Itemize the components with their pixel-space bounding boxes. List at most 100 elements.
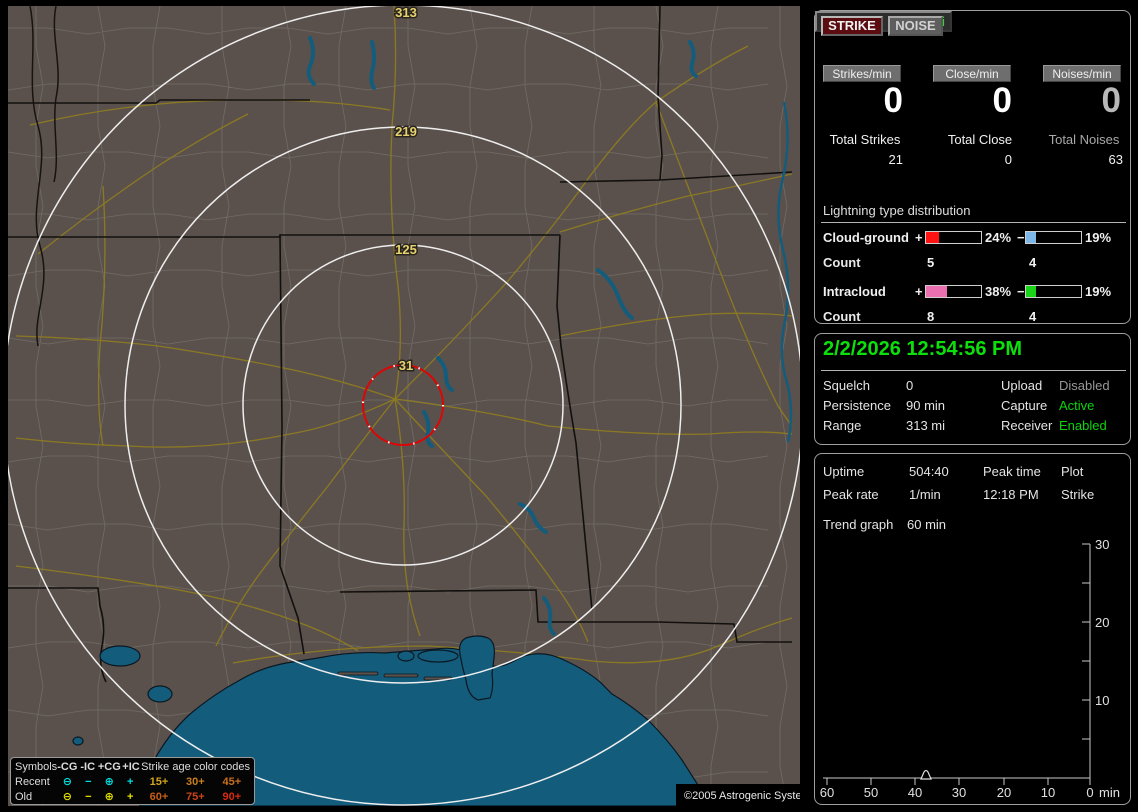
trend-panel: Uptime 504:40 Peak time Plot Peak rate 1… [814,453,1131,805]
pos-cg-old-icon: ⊕ [104,791,114,803]
ic-negative-bar [1025,285,1082,298]
plus-sign: + [915,230,923,245]
x-tick-40: 40 [907,785,923,800]
datetime-rule [821,370,1126,371]
squelch-label: Squelch [823,378,870,393]
strike-counter-panel: STRIKE NOISE Bng 9° 343mi Strikes/min Cl… [814,10,1131,324]
noises-per-min-label: Noises/min [1043,65,1121,82]
cg-negative-bar [1025,231,1082,244]
neg-ic-recent-icon: − [85,775,92,788]
lightning-map[interactable]: 313 219 125 31 ©2005 Astrogenic Systems [8,6,800,806]
capture-status: Active [1059,398,1095,413]
total-strikes-value: 21 [888,152,903,167]
trend-peak-spike [920,769,932,780]
x-tick-30: 30 [951,785,967,800]
pos-ic-old-icon: + [127,790,134,803]
y-tick-20: 20 [1095,615,1110,630]
age-15: 15+ [149,775,169,788]
x-tick-50: 50 [863,785,879,800]
y-tick-10: 10 [1095,693,1110,708]
plus-sign: + [915,284,923,299]
ring-label-31: 31 [399,358,413,373]
x-tick-60: 60 [819,785,835,800]
close-per-min-value: 0 [992,81,1012,120]
pos-cg-recent-icon: ⊕ [104,776,114,788]
x-axis-unit: min [1099,785,1120,800]
age-30: 30+ [186,775,205,788]
cloud-ground-label: Cloud-ground [823,230,909,245]
cg-positive-bar [925,231,982,244]
trend-graph [823,543,1091,785]
intracloud-row: Intracloud + 38% − 19% [815,284,1130,299]
ring-label-219: 219 [395,124,417,139]
total-noises-label: Total Noises [1048,132,1120,147]
legend-recent-label: Recent [15,775,50,788]
squelch-value: 0 [906,378,914,393]
distribution-title: Lightning type distribution [823,203,971,218]
status-panel: 2/2/2026 12:54:56 PM Squelch 0 Upload Di… [814,333,1131,445]
cg-negative-pct: 19% [1085,230,1112,245]
minus-sign: − [1017,230,1025,245]
cg-count-label: Count [823,255,861,270]
cg-positive-count: 5 [927,255,935,270]
neg-cg-old-icon: ⊖ [62,791,72,803]
symbol-legend: Symbols -CG -IC +CG +IC Strike age color… [10,757,255,805]
plot-value: Strike [1061,487,1095,502]
ic-count-label: Count [823,309,861,324]
nexstorm-window: 313 219 125 31 ©2005 Astrogenic Systems … [0,0,1138,812]
age-45: 45+ [222,775,242,788]
ic-positive-count: 8 [927,309,935,324]
copyright-text: ©2005 Astrogenic Systems [684,790,800,802]
graph-axes [823,543,1091,785]
legend-col-neg-cg: -CG [57,760,78,773]
receiver-status: Enabled [1059,418,1107,433]
peak-rate-label: Peak rate [823,487,879,502]
uptime-value: 504:40 [909,464,949,479]
noise-toggle-button[interactable]: NOISE [888,16,943,36]
ic-negative-count: 4 [1029,309,1037,324]
close-per-min-label: Close/min [933,65,1011,82]
uptime-label: Uptime [823,464,865,479]
noises-per-min-value: 0 [1101,81,1121,120]
cloud-ground-row: Cloud-ground + 24% − 19% [815,230,1130,245]
range-value: 313 mi [906,418,946,433]
trend-graph-window: 60 min [907,517,947,532]
legend-row-recent: Recent ⊖ − ⊕ + 15+ 30+ 45+ [15,774,250,789]
receiver-label: Receiver [1001,418,1053,433]
neg-cg-recent-icon: ⊖ [62,776,72,788]
peak-time-label: Peak time [983,464,1041,479]
persistence-value: 90 min [906,398,946,413]
lake-pontchartrain [99,645,141,667]
strikes-per-min-value: 0 [883,81,903,120]
y-tick-30: 30 [1095,537,1110,552]
legend-symbols-header: Symbols [15,760,58,773]
ic-positive-bar [925,285,982,298]
pos-ic-recent-icon: + [127,775,134,788]
peak-rate-value: 1/min [909,487,941,502]
persistence-label: Persistence [823,398,891,413]
upload-status: Disabled [1059,378,1110,393]
upload-label: Upload [1001,378,1043,393]
distribution-rule [821,222,1126,223]
trend-graph-label: Trend graph [823,517,894,532]
ic-positive-pct: 38% [985,284,1012,299]
legend-col-pos-ic: +IC [122,760,140,773]
plot-label: Plot [1061,464,1084,479]
x-tick-20: 20 [996,785,1012,800]
ring-label-313: 313 [395,6,417,20]
age-60: 60+ [149,790,169,803]
capture-label: Capture [1001,398,1048,413]
total-close-value: 0 [1004,152,1012,167]
legend-col-neg-ic: -IC [80,760,96,773]
strike-toggle-button[interactable]: STRIKE [821,16,883,36]
total-strikes-label: Total Strikes [829,132,901,147]
peak-time-value: 12:18 PM [983,487,1039,502]
age-75: 75+ [186,790,205,803]
total-noises-value: 63 [1108,152,1123,167]
intracloud-label: Intracloud [823,284,886,299]
minus-sign: − [1017,284,1025,299]
total-close-label: Total Close [947,132,1013,147]
legend-row-old: Old ⊖ − ⊕ + 60+ 75+ 90+ [15,789,250,804]
ring-label-125: 125 [395,242,417,257]
strikes-per-min-label: Strikes/min [823,65,901,82]
